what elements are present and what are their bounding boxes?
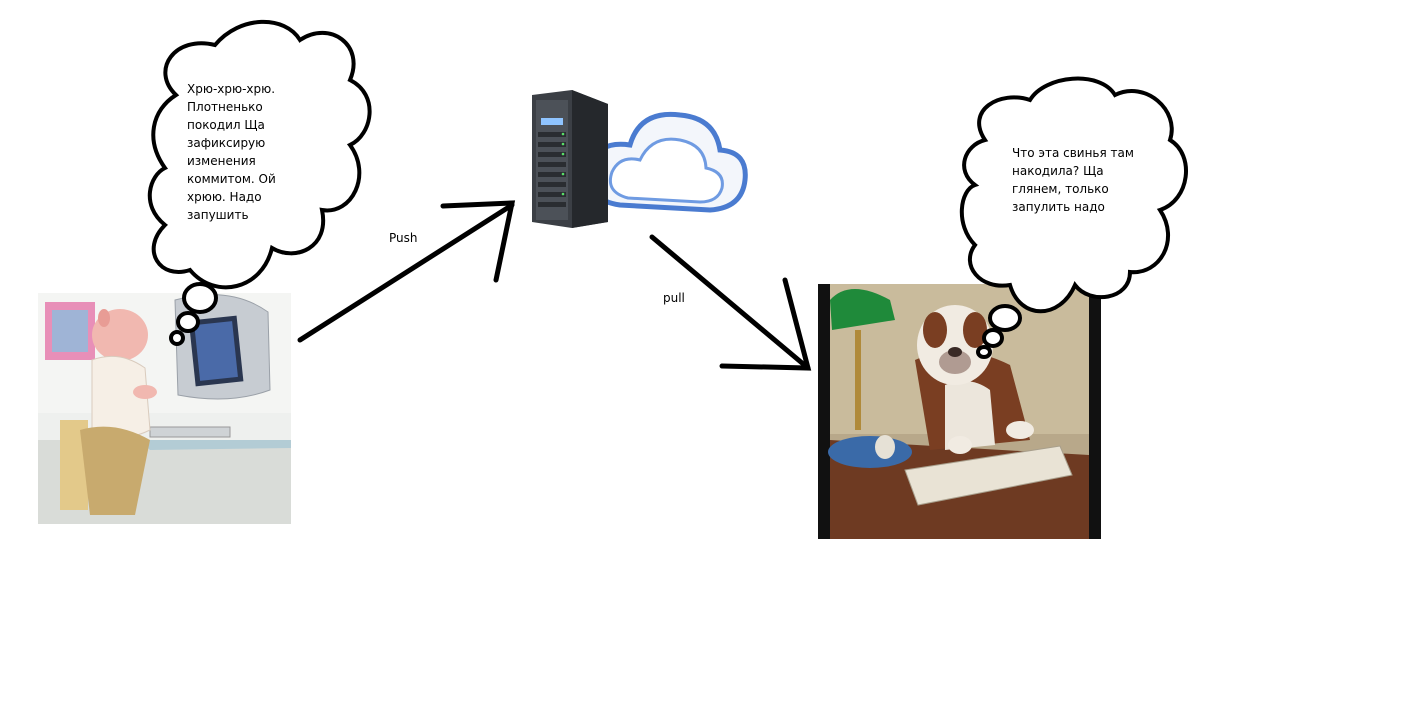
push-arrow: [297, 200, 516, 343]
pig-thought-line: запушить: [187, 208, 249, 222]
pig-at-computer-photo: [38, 293, 291, 524]
pig-thought-line: Хрю-хрю-хрю.: [187, 82, 276, 96]
pig-thought-line: Плотненько: [187, 100, 263, 114]
dog-at-computer-photo: [818, 284, 1101, 539]
dog-thought-line: запулить надо: [1012, 200, 1105, 214]
dog-thought-line: глянем, только: [1012, 182, 1109, 196]
pull-label: pull: [663, 291, 685, 305]
pig-thought-text: Хрю-хрю-хрю. Плотненько покодил Ща зафик…: [187, 80, 276, 224]
server-cloud-illustration: [532, 90, 748, 228]
dog-thought-line: накодила? Ща: [1012, 164, 1104, 178]
pig-thought-line: зафиксирую: [187, 136, 266, 150]
pig-thought-line: изменения: [187, 154, 256, 168]
pig-thought-line: коммитом. Ой: [187, 172, 276, 186]
push-label: Push: [389, 231, 418, 245]
pig-thought-line: покодил Ща: [187, 118, 265, 132]
dog-thought-line: Что эта свинья там: [1012, 146, 1134, 160]
pig-thought-line: хрюю. Надо: [187, 190, 262, 204]
dog-thought-text: Что эта свинья там накодила? Ща глянем, …: [1012, 144, 1134, 216]
